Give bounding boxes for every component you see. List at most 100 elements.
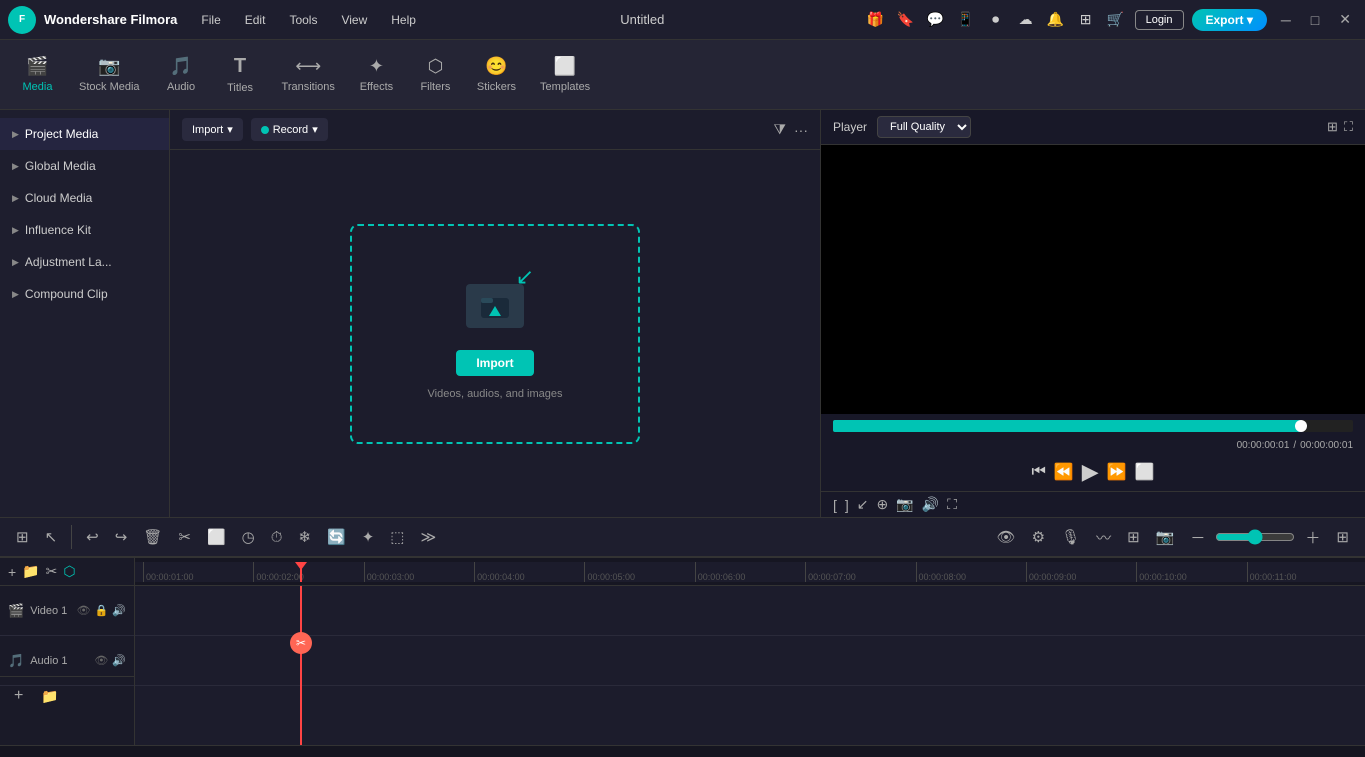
zoom-in-btn[interactable]: ＋ <box>1299 523 1326 552</box>
mic-btn[interactable]: 🎙 <box>1055 524 1086 550</box>
prev-frame-btn[interactable]: ⏪ <box>1054 462 1074 482</box>
timeline-cut-btn[interactable]: ✂ <box>46 563 58 580</box>
snap-btn[interactable]: ⊞ <box>10 524 35 550</box>
grid-view-btn[interactable]: ⊞ <box>1327 119 1338 135</box>
menu-help[interactable]: Help <box>387 11 420 29</box>
filter-tool-btn[interactable]: ⧩ <box>774 121 787 138</box>
next-frame-btn[interactable]: ⏩ <box>1107 462 1127 482</box>
video-track-audio-btn[interactable]: 🔊 <box>112 604 126 617</box>
mark-out-btn[interactable]: ] <box>845 497 849 513</box>
audio-wave-btn[interactable]: 〰 <box>1090 523 1117 552</box>
timeline-scrollbar[interactable] <box>0 745 1365 757</box>
cut-btn[interactable]: ✂ <box>172 524 197 550</box>
more-tool-btn[interactable]: ··· <box>794 121 808 138</box>
mark-in-btn[interactable]: [ <box>833 497 837 513</box>
playhead-scissors[interactable]: ✂ <box>290 632 312 654</box>
maximize-button[interactable]: □ <box>1305 12 1325 28</box>
more-btn[interactable]: ≫ <box>414 524 442 550</box>
toolbar-filters[interactable]: ⬡ Filters <box>408 50 463 99</box>
login-button[interactable]: Login <box>1135 10 1184 30</box>
redo-btn[interactable]: ↪ <box>109 524 134 550</box>
expand-btn[interactable]: ⛶ <box>947 496 957 513</box>
import-button[interactable]: Import ▾ <box>182 118 243 141</box>
sidebar-item-cloud-media[interactable]: ▶ Cloud Media <box>0 182 169 214</box>
full-btn[interactable]: ⬜ <box>1135 462 1155 482</box>
sidebar-item-compound-clip[interactable]: ▶ Compound Clip <box>0 278 169 310</box>
toolbar-stock-media[interactable]: 📷 Stock Media <box>69 50 150 99</box>
quality-select[interactable]: Full Quality <box>877 116 971 138</box>
drop-zone[interactable]: ↙ Import Videos, audios, and images <box>350 224 640 444</box>
color-btn[interactable]: ◷ <box>236 524 261 550</box>
freeze-btn[interactable]: ❄ <box>292 524 317 550</box>
video-track-eye-btn[interactable]: 👁 <box>77 604 91 617</box>
title-center: Untitled <box>420 12 865 27</box>
cloud-icon[interactable]: ☁ <box>1015 9 1037 31</box>
toolbar-audio[interactable]: 🎵 Audio <box>154 50 209 99</box>
fullscreen-btn[interactable]: ⛶ <box>1344 119 1353 135</box>
sidebar-label-compound-clip: Compound Clip <box>25 287 108 301</box>
bookmark-icon[interactable]: 🔖 <box>895 9 917 31</box>
grid-icon[interactable]: ⊞ <box>1075 9 1097 31</box>
toolbar-stickers[interactable]: 😊 Stickers <box>467 50 526 99</box>
cart-icon[interactable]: 🛒 <box>1105 9 1127 31</box>
video-track-lock-btn[interactable]: 🔒 <box>95 604 109 617</box>
undo-btn[interactable]: ↩ <box>80 524 105 550</box>
volume-btn[interactable]: 🔊 <box>922 496 939 513</box>
toolbar-media[interactable]: 🎬 Media <box>10 50 65 99</box>
toolbar-titles[interactable]: T Titles <box>213 49 268 100</box>
phone-icon[interactable]: 📱 <box>955 9 977 31</box>
detach-btn[interactable]: 🔄 <box>321 524 352 550</box>
capture-btn[interactable]: 📷 <box>1150 524 1181 550</box>
settings-btn[interactable]: ⚙ <box>1026 524 1051 550</box>
audio-track-mute-btn[interactable]: 🔊 <box>112 654 126 667</box>
ai-btn[interactable]: ✦ <box>356 524 381 550</box>
gift-icon[interactable]: 🎁 <box>865 9 887 31</box>
audio-track-eye-btn[interactable]: 👁 <box>94 654 108 667</box>
close-button[interactable]: ✕ <box>1333 11 1357 28</box>
menu-tools[interactable]: Tools <box>285 11 321 29</box>
toolbar-filters-label: Filters <box>420 81 450 93</box>
speed-btn[interactable]: ⏱ <box>265 525 289 550</box>
zoom-out-btn[interactable]: － <box>1184 523 1211 552</box>
sidebar-folder-btn[interactable]: 📁 <box>35 684 64 709</box>
player-timeline[interactable] <box>833 420 1353 432</box>
timeline-folder-btn[interactable]: 📁 <box>22 563 39 580</box>
menu-edit[interactable]: Edit <box>241 11 270 29</box>
grid2-btn[interactable]: ⊞ <box>1330 524 1355 550</box>
insert-btn[interactable]: ↙ <box>857 496 869 513</box>
go-start-btn[interactable]: ⏮ <box>1031 463 1045 481</box>
export-button[interactable]: Export ▾ <box>1192 9 1267 31</box>
minimize-button[interactable]: ─ <box>1275 12 1297 28</box>
play-btn[interactable]: ▶ <box>1082 459 1099 485</box>
timeline-clip-btn[interactable]: ⬡ <box>63 563 75 580</box>
progress-thumb[interactable] <box>1295 420 1307 432</box>
crop-btn[interactable]: ⬜ <box>201 524 232 550</box>
sidebar-item-global-media[interactable]: ▶ Global Media <box>0 150 169 182</box>
select-btn[interactable]: ↖ <box>39 524 64 550</box>
eye-btn[interactable]: 👁 <box>991 524 1022 550</box>
sidebar-arrow-compound: ▶ <box>12 289 19 300</box>
toolbar-effects[interactable]: ✦ Effects <box>349 50 404 99</box>
notification-icon[interactable]: 🔔 <box>1045 9 1067 31</box>
caption-icon[interactable]: 💬 <box>925 9 947 31</box>
import-drop-button[interactable]: Import <box>456 350 533 376</box>
layout-btn[interactable]: ⊞ <box>1121 524 1146 550</box>
menu-view[interactable]: View <box>337 11 371 29</box>
sidebar-item-project-media[interactable]: ▶ Project Media <box>0 118 169 150</box>
zoom-slider[interactable] <box>1215 529 1295 545</box>
sidebar-item-influence-kit[interactable]: ▶ Influence Kit <box>0 214 169 246</box>
playhead-ruler[interactable] <box>300 562 302 582</box>
record-button[interactable]: Record ▾ <box>251 118 328 141</box>
snapshot-btn[interactable]: 📷 <box>896 496 913 513</box>
append-btn[interactable]: ⊕ <box>877 496 889 513</box>
subtitle-btn[interactable]: ⬚ <box>384 524 410 550</box>
sidebar-item-adjustment-layer[interactable]: ▶ Adjustment La... <box>0 246 169 278</box>
menu-file[interactable]: File <box>197 11 224 29</box>
toolbar-templates[interactable]: ⬜ Templates <box>530 50 600 99</box>
delete-btn[interactable]: 🗑 <box>137 524 168 550</box>
sidebar-add-btn[interactable]: + <box>8 683 29 709</box>
sidebar-label-adjustment: Adjustment La... <box>25 255 112 269</box>
toolbar-transitions[interactable]: ⟷ Transitions <box>272 50 345 99</box>
record-icon[interactable]: ⏺ <box>985 9 1007 31</box>
timeline-add-track-btn[interactable]: + <box>8 564 16 580</box>
